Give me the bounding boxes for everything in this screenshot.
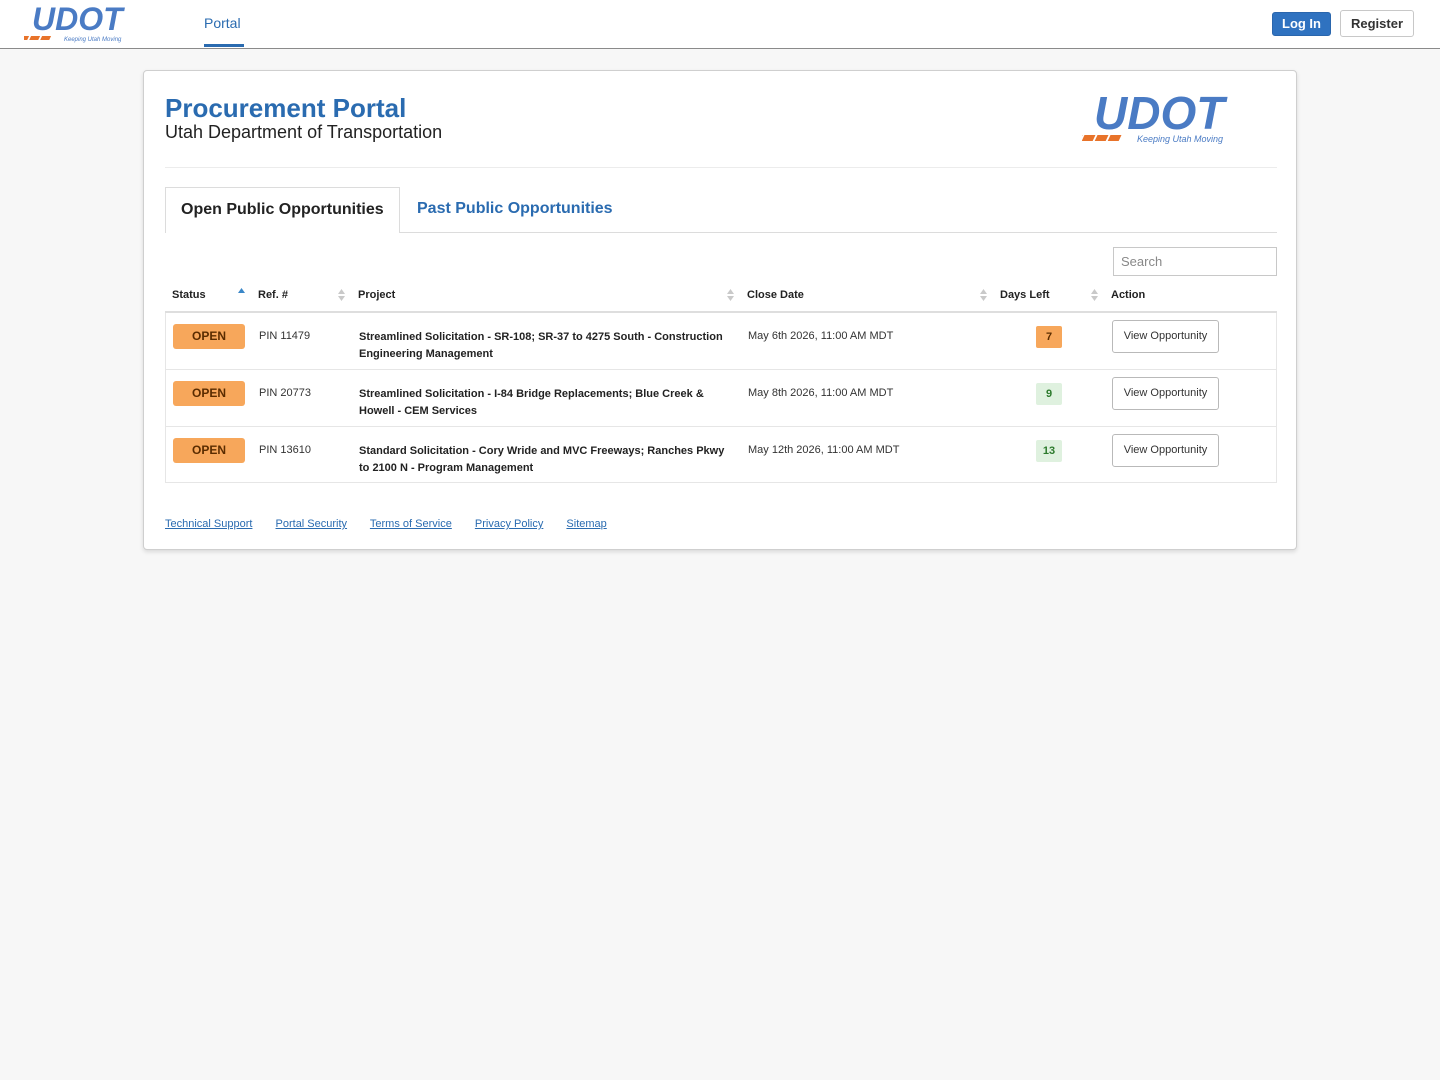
footer-link-sitemap[interactable]: Sitemap <box>566 518 606 530</box>
ref-number: PIN 13610 <box>259 444 311 456</box>
view-opportunity-button[interactable]: View Opportunity <box>1112 320 1219 353</box>
column-header-status[interactable]: Status <box>172 289 206 301</box>
table-row: OPEN PIN 11479 Streamlined Solicitation … <box>166 313 1276 370</box>
svg-text:Keeping Utah Moving: Keeping Utah Moving <box>1137 134 1223 144</box>
svg-text:Keeping Utah Moving: Keeping Utah Moving <box>64 37 122 43</box>
table-row: OPEN PIN 20773 Streamlined Solicitation … <box>166 370 1276 427</box>
procurement-card: Procurement Portal Utah Department of Tr… <box>143 70 1297 550</box>
project-name: Standard Solicitation - Cory Wride and M… <box>359 445 725 474</box>
footer-link-technical-support[interactable]: Technical Support <box>165 518 252 530</box>
project-name: Streamlined Solicitation - SR-108; SR-37… <box>359 331 723 360</box>
tab-past-opportunities[interactable]: Past Public Opportunities <box>417 187 613 233</box>
nav-portal-link[interactable]: Portal <box>204 0 241 48</box>
days-left-badge: 7 <box>1036 326 1062 348</box>
column-header-days-left[interactable]: Days Left <box>1000 289 1050 301</box>
svg-text:UDOT: UDOT <box>32 4 125 37</box>
close-date: May 12th 2026, 11:00 AM MDT <box>748 444 900 456</box>
page-title: Procurement Portal <box>165 93 407 123</box>
sort-icon[interactable] <box>980 289 987 301</box>
view-opportunity-button[interactable]: View Opportunity <box>1112 434 1219 467</box>
days-left-badge: 9 <box>1036 383 1062 405</box>
column-header-close-date[interactable]: Close Date <box>747 289 804 301</box>
project-name: Streamlined Solicitation - I-84 Bridge R… <box>359 388 704 417</box>
tab-open-opportunities[interactable]: Open Public Opportunities <box>165 187 400 233</box>
search-input[interactable] <box>1113 247 1277 276</box>
ref-number: PIN 11479 <box>259 330 311 342</box>
nav-active-indicator <box>204 44 244 47</box>
opportunities-table-body: OPEN PIN 11479 Streamlined Solicitation … <box>165 313 1277 483</box>
sort-asc-icon[interactable] <box>238 288 245 300</box>
sort-icon[interactable] <box>727 289 734 301</box>
svg-text:UDOT: UDOT <box>1094 91 1228 139</box>
status-badge: OPEN <box>173 324 245 349</box>
footer-link-privacy-policy[interactable]: Privacy Policy <box>475 518 543 530</box>
column-header-project[interactable]: Project <box>358 289 395 301</box>
sort-icon[interactable] <box>338 289 345 301</box>
footer-link-terms-of-service[interactable]: Terms of Service <box>370 518 452 530</box>
top-navbar: UDOT Keeping Utah Moving Portal Log In R… <box>0 0 1440 49</box>
footer-link-portal-security[interactable]: Portal Security <box>276 518 348 530</box>
ref-number: PIN 20773 <box>259 387 311 399</box>
close-date: May 6th 2026, 11:00 AM MDT <box>748 330 894 342</box>
udot-logo-icon[interactable]: UDOT Keeping Utah Moving <box>24 4 168 44</box>
status-badge: OPEN <box>173 438 245 463</box>
footer-links: Technical Support Portal Security Terms … <box>165 518 627 530</box>
udot-logo-large-icon: UDOT Keeping Utah Moving <box>1082 91 1228 144</box>
header-divider <box>165 167 1277 168</box>
close-date: May 8th 2026, 11:00 AM MDT <box>748 387 894 399</box>
page-subtitle: Utah Department of Transportation <box>165 122 443 142</box>
login-button[interactable]: Log In <box>1272 12 1331 36</box>
sort-icon[interactable] <box>1091 289 1098 301</box>
status-badge: OPEN <box>173 381 245 406</box>
days-left-badge: 13 <box>1036 440 1062 462</box>
view-opportunity-button[interactable]: View Opportunity <box>1112 377 1219 410</box>
column-header-action: Action <box>1111 289 1146 301</box>
column-header-ref[interactable]: Ref. # <box>258 289 288 301</box>
table-row: OPEN PIN 13610 Standard Solicitation - C… <box>166 427 1276 484</box>
register-button[interactable]: Register <box>1340 10 1414 37</box>
